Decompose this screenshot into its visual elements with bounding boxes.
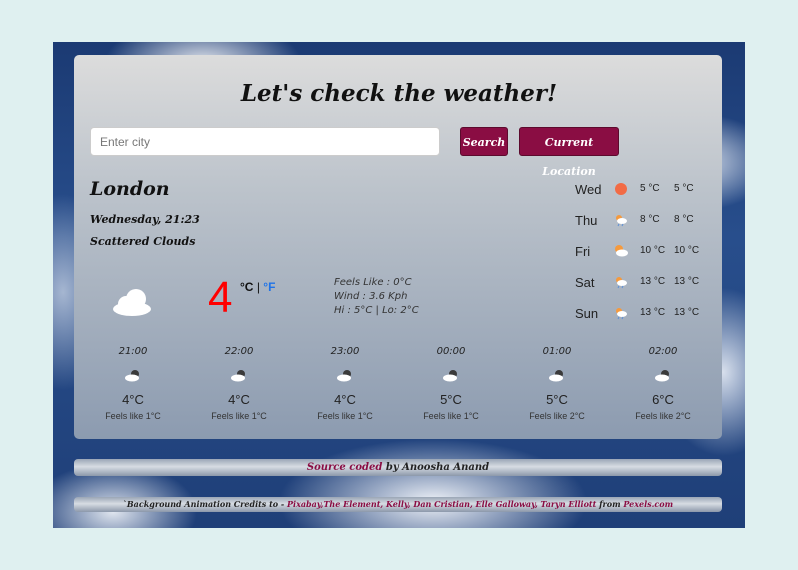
weather-description: Scattered Clouds xyxy=(90,235,196,248)
hour-time: 22:00 xyxy=(224,346,254,357)
source-code-link[interactable]: Source coded xyxy=(307,462,382,473)
credits-prefix: `Background Animation Credits to - xyxy=(122,499,288,509)
forecast-max: 5 °C xyxy=(640,183,660,194)
night-cloud-icon xyxy=(125,370,139,382)
daily-forecast-row: Thu 8 °C 8 °C xyxy=(572,211,712,231)
cloud-icon xyxy=(113,289,151,316)
background-credits-bar: `Background Animation Credits to - Pixab… xyxy=(74,497,722,512)
night-cloud-icon xyxy=(655,370,669,382)
daily-forecast-row: Sun 13 °C 13 °C xyxy=(572,304,712,324)
hour-feels-like: Feels like 1°C xyxy=(211,411,267,421)
forecast-day: Wed xyxy=(575,182,602,197)
author-credit: by Anoosha Anand xyxy=(382,462,490,473)
forecast-day: Sun xyxy=(575,306,599,321)
daily-forecast-row: Sat 13 °C 13 °C xyxy=(572,273,712,293)
rain-cloud-icon xyxy=(616,308,627,320)
rain-cloud-icon xyxy=(616,215,627,227)
page-title: Let's check the weather! xyxy=(240,80,558,107)
hour-time: 21:00 xyxy=(118,346,148,357)
hour-feels-like: Feels like 2°C xyxy=(529,411,585,421)
hi-lo: Hi : 5°C | Lo: 2°C xyxy=(334,305,419,316)
hourly-forecast-item: 21:00 4°C Feels like 1°C xyxy=(93,346,173,421)
hour-temperature: 5°C xyxy=(546,392,568,407)
unit-toggle: °C | °F xyxy=(240,280,275,294)
forecast-day: Sat xyxy=(575,275,595,290)
forecast-min: 8 °C xyxy=(674,214,694,225)
hourly-forecast-item: 00:00 5°C Feels like 1°C xyxy=(411,346,491,421)
hour-feels-like: Feels like 2°C xyxy=(635,411,691,421)
hourly-forecast-item: 22:00 4°C Feels like 1°C xyxy=(199,346,279,421)
night-cloud-icon xyxy=(231,370,245,382)
night-cloud-icon xyxy=(337,370,351,382)
hour-temperature: 6°C xyxy=(652,392,674,407)
night-cloud-icon xyxy=(549,370,563,382)
hour-time: 01:00 xyxy=(542,346,572,357)
hour-time: 00:00 xyxy=(436,346,466,357)
forecast-max: 13 °C xyxy=(640,276,666,287)
wind-speed: Wind : 3.6 Kph xyxy=(334,291,408,302)
hour-time: 23:00 xyxy=(330,346,360,357)
city-search-input[interactable] xyxy=(90,127,440,156)
celsius-unit-link[interactable]: °C xyxy=(240,280,253,294)
rain-cloud-icon xyxy=(616,277,627,289)
night-cloud-icon xyxy=(443,370,457,382)
hour-feels-like: Feels like 1°C xyxy=(105,411,161,421)
unit-separator: | xyxy=(256,280,260,294)
forecast-min: 13 °C xyxy=(674,276,700,287)
hour-feels-like: Feels like 1°C xyxy=(423,411,479,421)
feels-like: Feels Like : 0°C xyxy=(334,277,412,288)
hourly-forecast-item: 02:00 6°C Feels like 2°C xyxy=(623,346,703,421)
search-button[interactable]: Search xyxy=(460,127,508,156)
current-datetime: Wednesday, 21:23 xyxy=(90,213,200,226)
hour-time: 02:00 xyxy=(648,346,678,357)
sun-icon xyxy=(615,183,627,195)
forecast-day: Fri xyxy=(575,244,591,259)
current-location-button[interactable]: Current Location xyxy=(519,127,619,178)
current-temperature: 4 xyxy=(208,273,233,322)
hour-temperature: 4°C xyxy=(122,392,144,407)
daily-forecast-row: Fri 10 °C 10 °C xyxy=(572,242,712,262)
forecast-max: 8 °C xyxy=(640,214,660,225)
forecast-min: 5 °C xyxy=(674,183,694,194)
credits-from: from xyxy=(596,499,624,509)
credits-names-link[interactable]: Pixabay,The Element, Kelly, Dan Cristian… xyxy=(287,499,596,509)
forecast-max: 13 °C xyxy=(640,307,666,318)
forecast-min: 10 °C xyxy=(674,245,700,256)
hourly-forecast-item: 01:00 5°C Feels like 2°C xyxy=(517,346,597,421)
city-name: London xyxy=(90,178,170,200)
source-credit-bar: Source coded by Anoosha Anand xyxy=(74,459,722,476)
hour-temperature: 5°C xyxy=(440,392,462,407)
sun-cloud-icon xyxy=(615,245,628,257)
daily-forecast-row: Wed 5 °C 5 °C xyxy=(572,180,712,200)
forecast-day: Thu xyxy=(575,213,598,228)
forecast-max: 10 °C xyxy=(640,245,666,256)
forecast-min: 13 °C xyxy=(674,307,700,318)
hour-temperature: 4°C xyxy=(334,392,356,407)
pexels-link[interactable]: Pexels.com xyxy=(623,499,673,509)
fahrenheit-unit-link[interactable]: °F xyxy=(263,280,275,294)
weather-details: Feels Like : 0°C Wind : 3.6 Kph Hi : 5°C… xyxy=(334,276,419,318)
hour-feels-like: Feels like 1°C xyxy=(317,411,373,421)
hourly-forecast-item: 23:00 4°C Feels like 1°C xyxy=(305,346,385,421)
hour-temperature: 4°C xyxy=(228,392,250,407)
